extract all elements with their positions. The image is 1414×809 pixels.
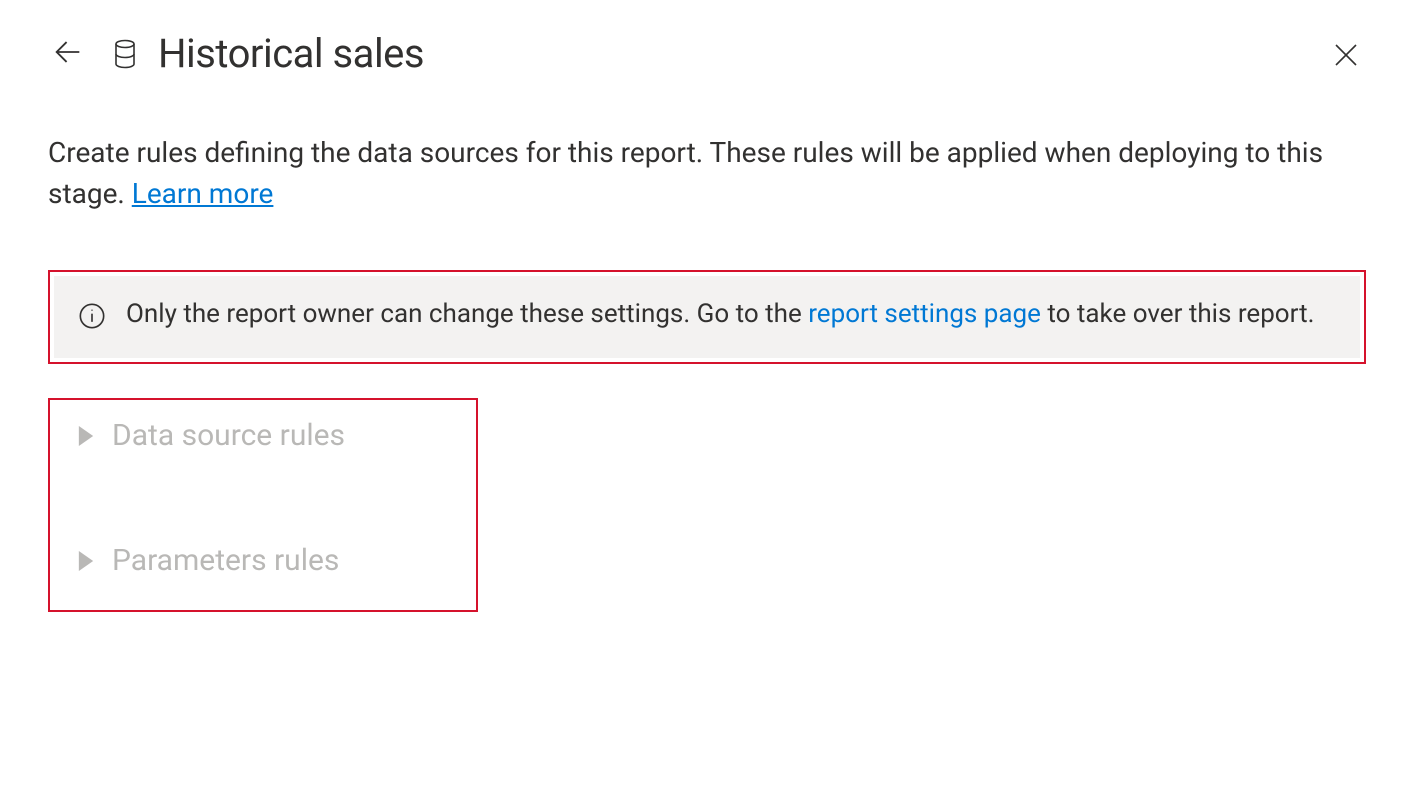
description-text: Create rules defining the data sources f… xyxy=(48,133,1366,214)
close-button[interactable] xyxy=(1326,36,1366,76)
info-text-after-link: to take over this report. xyxy=(1047,299,1314,329)
info-banner: Only the report owner can change these s… xyxy=(54,276,1360,358)
caret-right-icon xyxy=(78,426,94,446)
report-settings-link[interactable]: report settings page xyxy=(808,299,1041,329)
header-row: Historical sales xyxy=(48,30,1366,77)
learn-more-link[interactable]: Learn more xyxy=(132,177,274,210)
data-source-rules-section[interactable]: Data source rules xyxy=(78,418,448,453)
parameters-rules-label: Parameters rules xyxy=(112,543,339,578)
page-title: Historical sales xyxy=(158,30,424,77)
info-banner-highlight: Only the report owner can change these s… xyxy=(48,270,1366,364)
settings-panel: Historical sales Create rules defining t… xyxy=(0,0,1414,642)
caret-right-icon xyxy=(78,551,94,571)
rules-sections-highlight: Data source rules Parameters rules xyxy=(48,398,478,612)
info-banner-text: Only the report owner can change these s… xyxy=(126,296,1314,334)
arrow-left-icon xyxy=(51,35,85,72)
info-icon xyxy=(78,302,106,334)
back-button[interactable] xyxy=(48,34,88,74)
dataset-icon xyxy=(112,39,138,69)
title-wrap: Historical sales xyxy=(112,30,424,77)
parameters-rules-section[interactable]: Parameters rules xyxy=(78,543,448,578)
info-text-before-link: Only the report owner can change these s… xyxy=(126,299,808,329)
data-source-rules-label: Data source rules xyxy=(112,418,345,453)
close-icon xyxy=(1331,40,1361,73)
